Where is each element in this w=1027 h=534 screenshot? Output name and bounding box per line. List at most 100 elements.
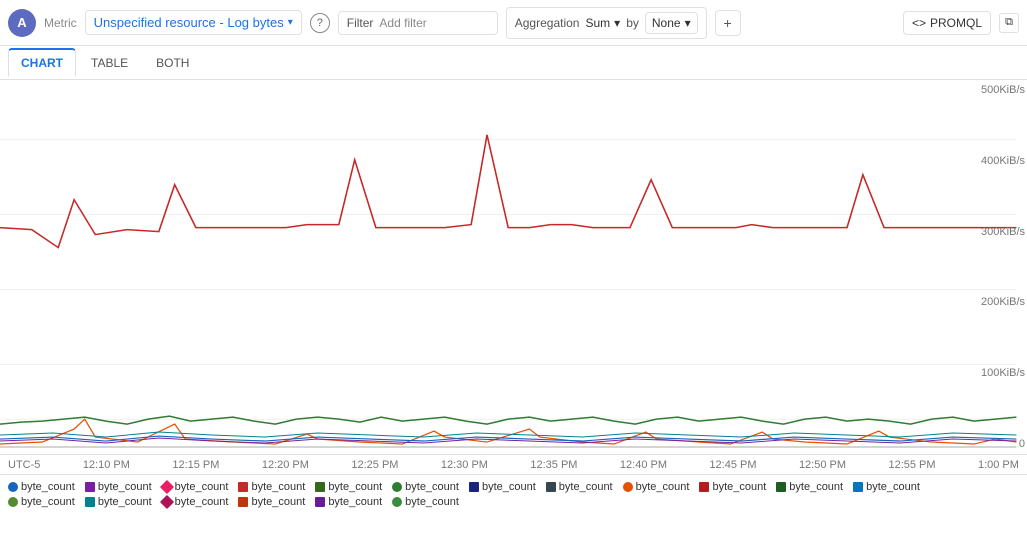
legend-dot-4 [238,482,248,492]
legend-item: byte_count [776,481,843,493]
legend-label-12: byte_count [866,481,920,493]
aggregation-value: Sum [585,16,610,30]
promql-button[interactable]: <> PROMQL [903,11,991,35]
legend-label-1: byte_count [21,481,75,493]
legend-item: byte_count [315,496,382,508]
legend-area: byte_count byte_count byte_count byte_co… [0,475,1027,517]
time-label-1235: 12:35 PM [530,459,577,471]
legend-item: byte_count [238,496,305,508]
aggregation-section: Aggregation Sum ▾ by None ▾ [506,7,707,39]
time-label-1215: 12:15 PM [172,459,219,471]
add-aggregation-button[interactable]: + [715,10,741,36]
legend-dot-6 [392,482,402,492]
legend-item: byte_count [392,481,459,493]
none-value: None [652,16,681,30]
legend-dot-11 [776,482,786,492]
legend-dot-14 [85,497,95,507]
legend-dot-13 [8,497,18,507]
tab-both[interactable]: BOTH [143,49,202,77]
legend-dot-12 [853,482,863,492]
legend-dot-7 [469,482,479,492]
time-label-100: 1:00 PM [978,459,1019,471]
legend-label-3: byte_count [175,481,229,493]
time-label-1210: 12:10 PM [83,459,130,471]
legend-label-6: byte_count [405,481,459,493]
by-label: by [626,16,639,30]
legend-item: byte_count [699,481,766,493]
time-label-1240: 12:40 PM [620,459,667,471]
avatar-letter: A [17,15,26,30]
legend-label-13: byte_count [21,496,75,508]
legend-label-7: byte_count [482,481,536,493]
legend-item: byte_count [853,481,920,493]
legend-item: byte_count [85,481,152,493]
filter-section: Filter Add filter [338,11,498,35]
promql-brackets-icon: <> [912,16,926,30]
aggregation-dropdown[interactable]: Sum ▾ [585,16,620,30]
legend-dot-5 [315,482,325,492]
time-axis: UTC-5 12:10 PM 12:15 PM 12:20 PM 12:25 P… [0,455,1027,475]
legend-dot-10 [699,482,709,492]
tab-chart[interactable]: CHART [8,48,76,77]
time-label-1250: 12:50 PM [799,459,846,471]
legend-label-15: byte_count [175,496,229,508]
legend-item: byte_count [546,481,613,493]
legend-label-18: byte_count [405,496,459,508]
legend-label-5: byte_count [328,481,382,493]
time-label-1245: 12:45 PM [709,459,756,471]
time-label-1255: 12:55 PM [888,459,935,471]
legend-label-16: byte_count [251,496,305,508]
promql-label: PROMQL [930,16,982,30]
legend-label-9: byte_count [636,481,690,493]
legend-item: byte_count [623,481,690,493]
legend-item: byte_count [315,481,382,493]
legend-item: byte_count [162,481,229,493]
chart-svg [0,80,1027,454]
chart-tabs: CHART TABLE BOTH [0,46,1027,80]
legend-item: byte_count [85,496,152,508]
legend-dot-2 [85,482,95,492]
legend-dot-16 [238,497,248,507]
none-dropdown[interactable]: None ▾ [645,12,698,34]
avatar-button[interactable]: A [8,9,36,37]
legend-label-8: byte_count [559,481,613,493]
time-label-1220: 12:20 PM [262,459,309,471]
legend-label-4: byte_count [251,481,305,493]
legend-item: byte_count [8,496,75,508]
help-icon[interactable]: ? [310,13,330,33]
filter-label: Filter [347,16,374,30]
legend-label-14: byte_count [98,496,152,508]
legend-row-1: byte_count byte_count byte_count byte_co… [8,481,1019,493]
legend-item: byte_count [238,481,305,493]
legend-item: byte_count [392,496,459,508]
metric-label: Metric [44,16,77,30]
legend-label-2: byte_count [98,481,152,493]
chart-area: 500KiB/s 400KiB/s 300KiB/s 200KiB/s 100K… [0,80,1027,455]
metric-chevron-icon: ▾ [288,17,293,28]
legend-dot-9 [623,482,633,492]
aggregation-label: Aggregation [515,16,580,30]
metric-dropdown[interactable]: Unspecified resource - Log bytes ▾ [85,10,302,35]
copy-icon[interactable]: ⧉ [999,13,1019,33]
legend-dot-17 [315,497,325,507]
legend-dot-18 [392,497,402,507]
tab-table[interactable]: TABLE [78,49,141,77]
legend-dot-15 [160,495,174,509]
aggregation-chevron-icon: ▾ [614,16,620,30]
none-chevron-icon: ▾ [685,16,691,30]
legend-label-17: byte_count [328,496,382,508]
legend-label-11: byte_count [789,481,843,493]
legend-dot-8 [546,482,556,492]
legend-label-10: byte_count [712,481,766,493]
legend-item: byte_count [469,481,536,493]
legend-item: byte_count [8,481,75,493]
legend-dot-3 [160,480,174,494]
time-label-1230: 12:30 PM [441,459,488,471]
time-label-utc: UTC-5 [8,459,40,471]
legend-item: byte_count [162,496,229,508]
legend-row-2: byte_count byte_count byte_count byte_co… [8,496,1019,508]
legend-dot-1 [8,482,18,492]
toolbar: A Metric Unspecified resource - Log byte… [0,0,1027,46]
metric-value: Unspecified resource - Log bytes [94,15,284,30]
add-filter-input[interactable]: Add filter [379,16,426,30]
